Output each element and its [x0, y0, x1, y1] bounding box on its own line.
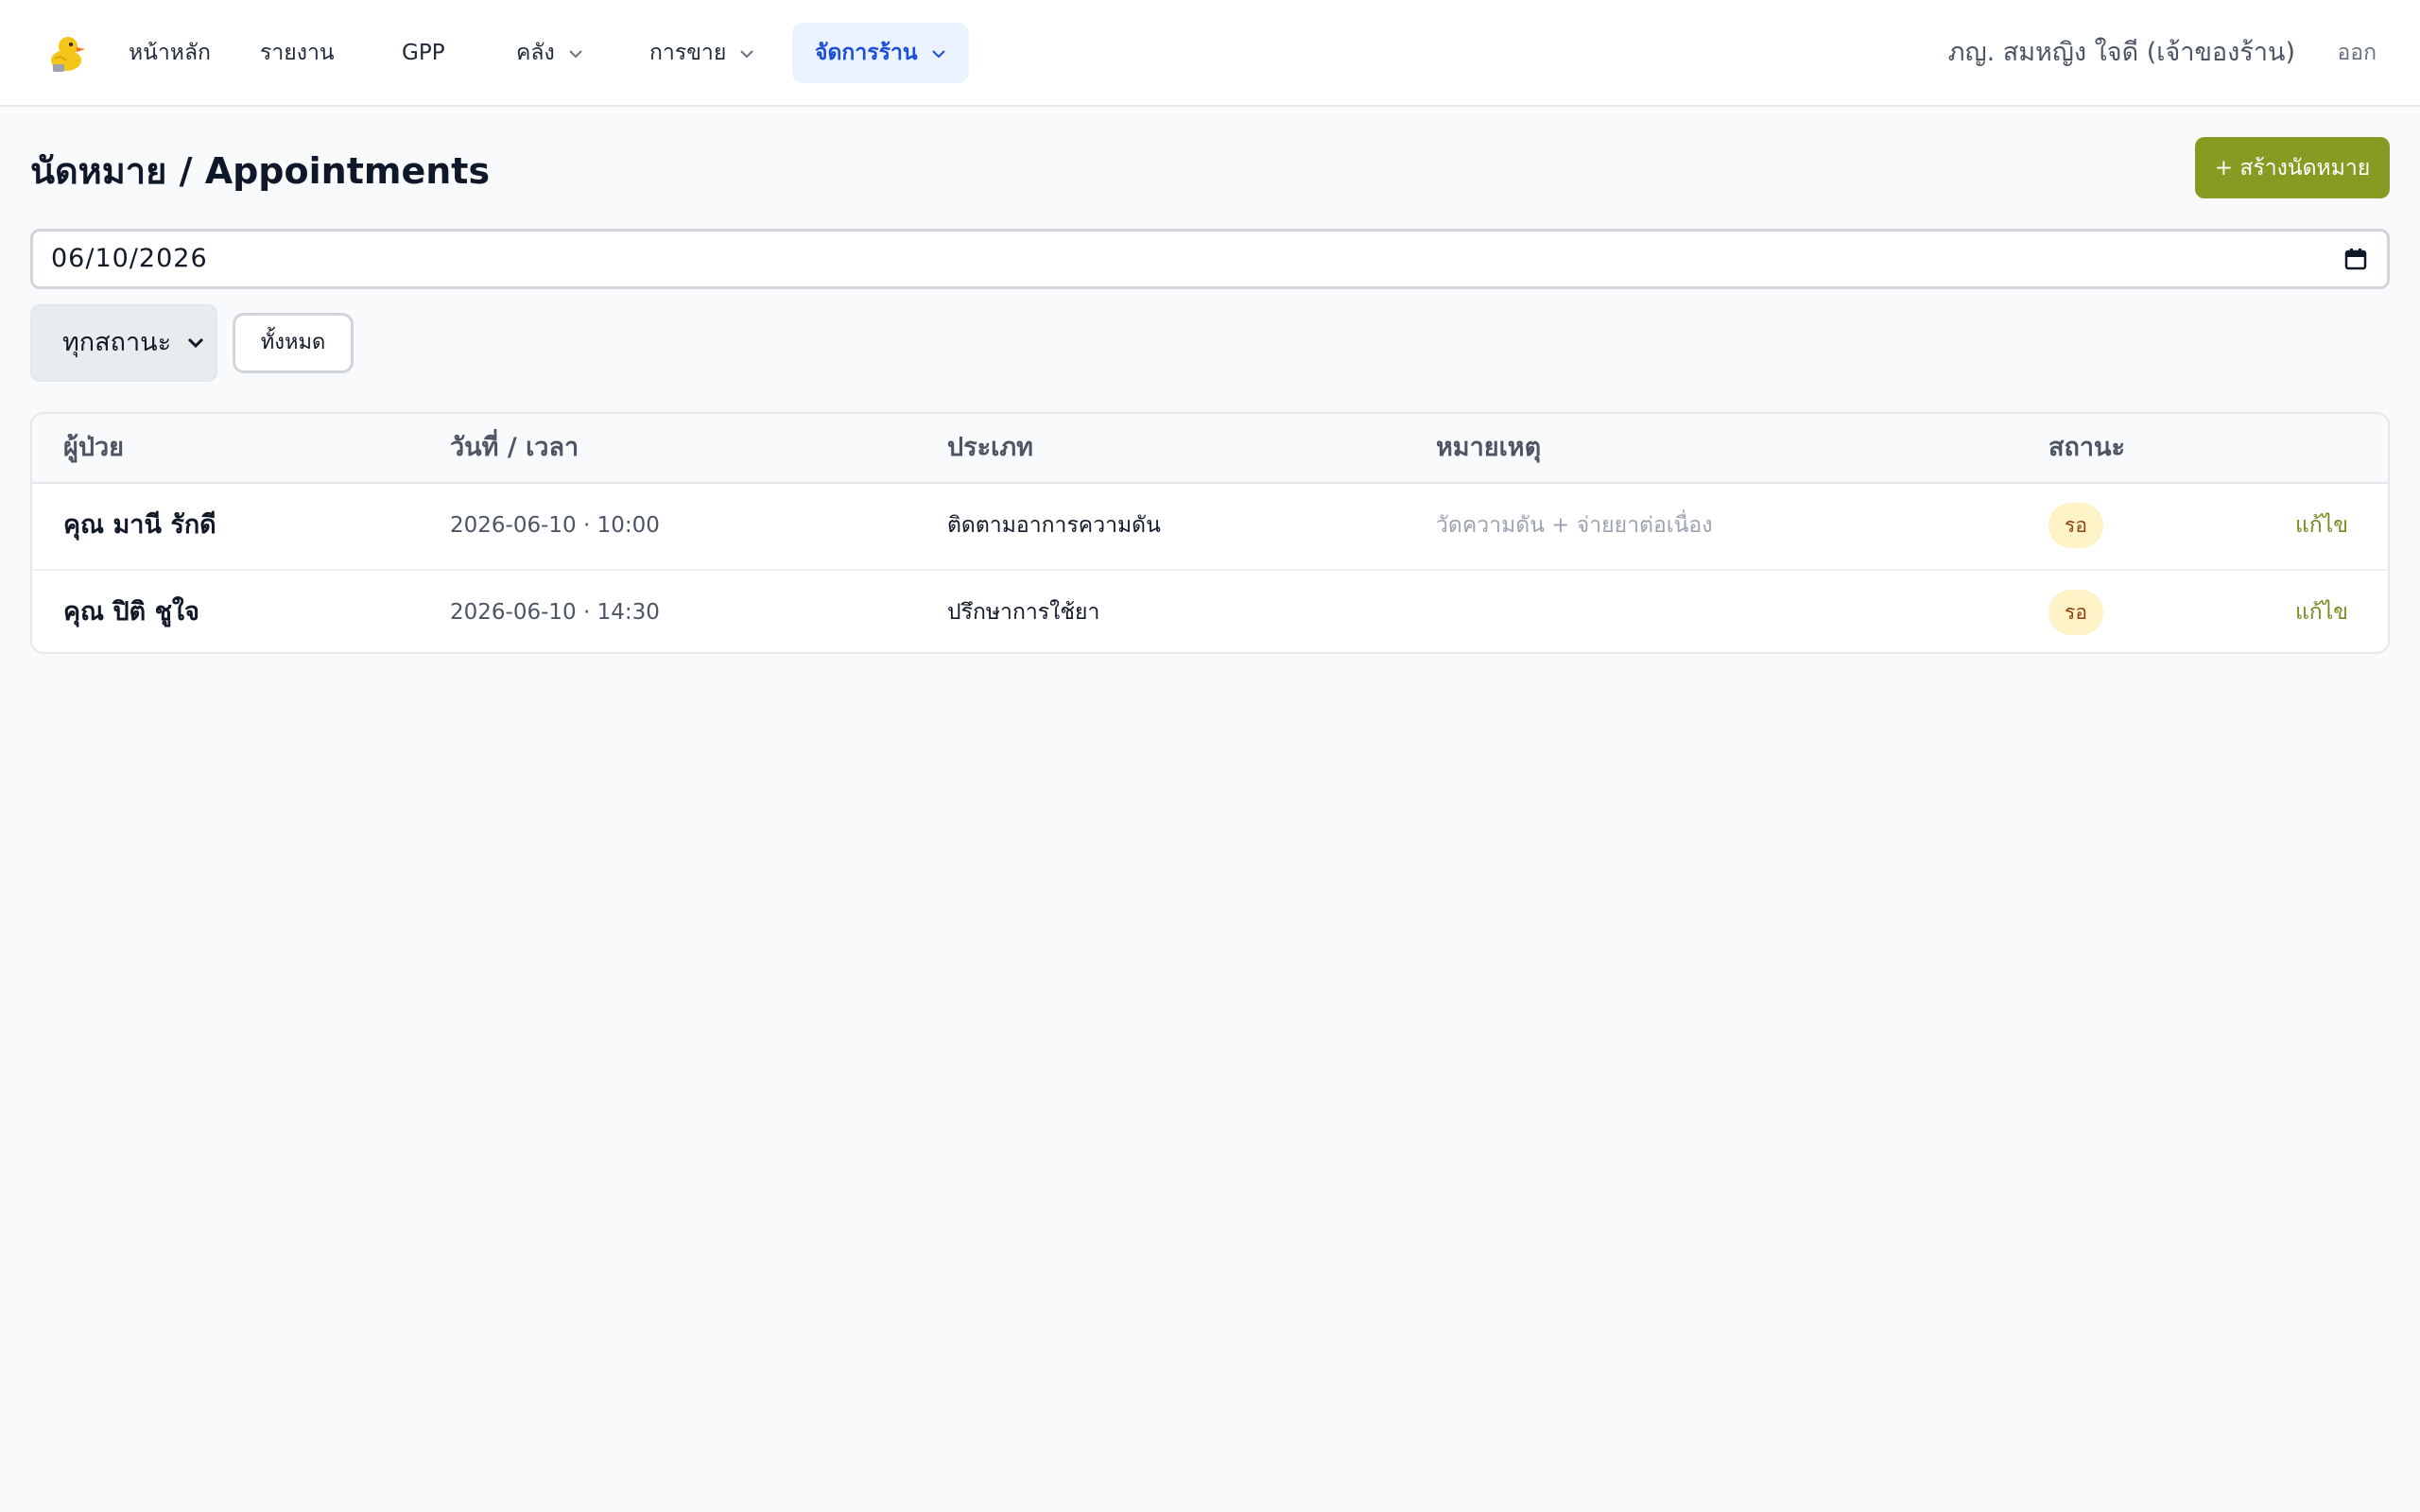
date-input[interactable]: 06/10/2026	[30, 229, 2390, 289]
nav-home-label: หน้าหลัก	[129, 41, 211, 65]
column-header-type: ประเภท	[947, 433, 1033, 462]
calendar-icon[interactable]	[2343, 247, 2368, 275]
date-input-value: 06/10/2026	[51, 244, 208, 273]
nav-store-management-label: จัดการร้าน	[815, 41, 918, 65]
status-badge: รอ	[2048, 590, 2103, 635]
table-row: คุณ มานี รักดี 2026-06-10 · 10:00 ติดตาม…	[32, 484, 2388, 569]
patient-name: คุณ ปิติ ชูใจ	[63, 597, 199, 627]
nav-gpp[interactable]: GPP	[402, 23, 445, 83]
nav-inventory-label: คลัง	[516, 41, 555, 65]
nav-sales-label: การขาย	[649, 41, 727, 65]
table-row: คุณ ปิติ ชูใจ 2026-06-10 · 14:30 ปรึกษาก…	[32, 569, 2388, 652]
nav-inventory[interactable]: คลัง	[516, 23, 583, 83]
column-header-datetime: วันที่ / เวลา	[450, 433, 579, 462]
appointments-table: ผู้ป่วย วันที่ / เวลา ประเภท หมายเหตุ สถ…	[30, 412, 2390, 654]
current-user-name: ภญ. สมหญิง ใจดี (เจ้าของร้าน)	[1947, 38, 2295, 67]
nav-home[interactable]: หน้าหลัก	[129, 23, 211, 83]
page-title: นัดหมาย / Appointments	[30, 150, 491, 192]
table-header: ผู้ป่วย วันที่ / เวลา ประเภท หมายเหตุ สถ…	[32, 414, 2388, 484]
nav-store-management[interactable]: จัดการร้าน	[792, 23, 969, 83]
nav-reports-label: รายงาน	[260, 41, 335, 65]
create-appointment-button[interactable]: + สร้างนัดหมาย	[2195, 137, 2390, 198]
appointment-datetime: 2026-06-10 · 14:30	[450, 600, 660, 625]
column-header-note: หมายเหตุ	[1436, 433, 1542, 462]
nav-gpp-label: GPP	[402, 41, 445, 65]
edit-link[interactable]: แก้ไข	[2295, 484, 2348, 567]
chevron-down-icon	[185, 333, 206, 357]
edit-link[interactable]: แก้ไข	[2295, 571, 2348, 652]
appointment-note: วัดความดัน + จ่ายยาต่อเนื่อง	[1436, 513, 1713, 538]
pharmacy-duck-logo-icon[interactable]	[47, 32, 87, 74]
appointment-datetime: 2026-06-10 · 10:00	[450, 513, 660, 538]
nav-reports[interactable]: รายงาน	[260, 23, 335, 83]
column-header-patient: ผู้ป่วย	[63, 433, 124, 462]
logout-link[interactable]: ออก	[2337, 23, 2377, 83]
chevron-down-icon	[568, 22, 583, 82]
column-header-status: สถานะ	[2048, 433, 2125, 462]
nav-sales[interactable]: การขาย	[649, 23, 754, 83]
status-filter-select[interactable]: ทุกสถานะ	[30, 304, 217, 382]
chevron-down-icon	[739, 22, 754, 82]
status-badge: รอ	[2048, 503, 2103, 548]
top-navigation-bar: หน้าหลัก รายงาน GPP คลัง การขาย จัดการร้…	[0, 0, 2420, 107]
chevron-down-icon	[931, 22, 946, 82]
appointment-type: ปรึกษาการใช้ยา	[947, 600, 1100, 625]
appointment-type: ติดตามอาการความดัน	[947, 513, 1161, 538]
patient-name: คุณ มานี รักดี	[63, 510, 216, 540]
show-all-button[interactable]: ทั้งหมด	[233, 313, 354, 373]
status-filter-value: ทุกสถานะ	[62, 328, 172, 357]
